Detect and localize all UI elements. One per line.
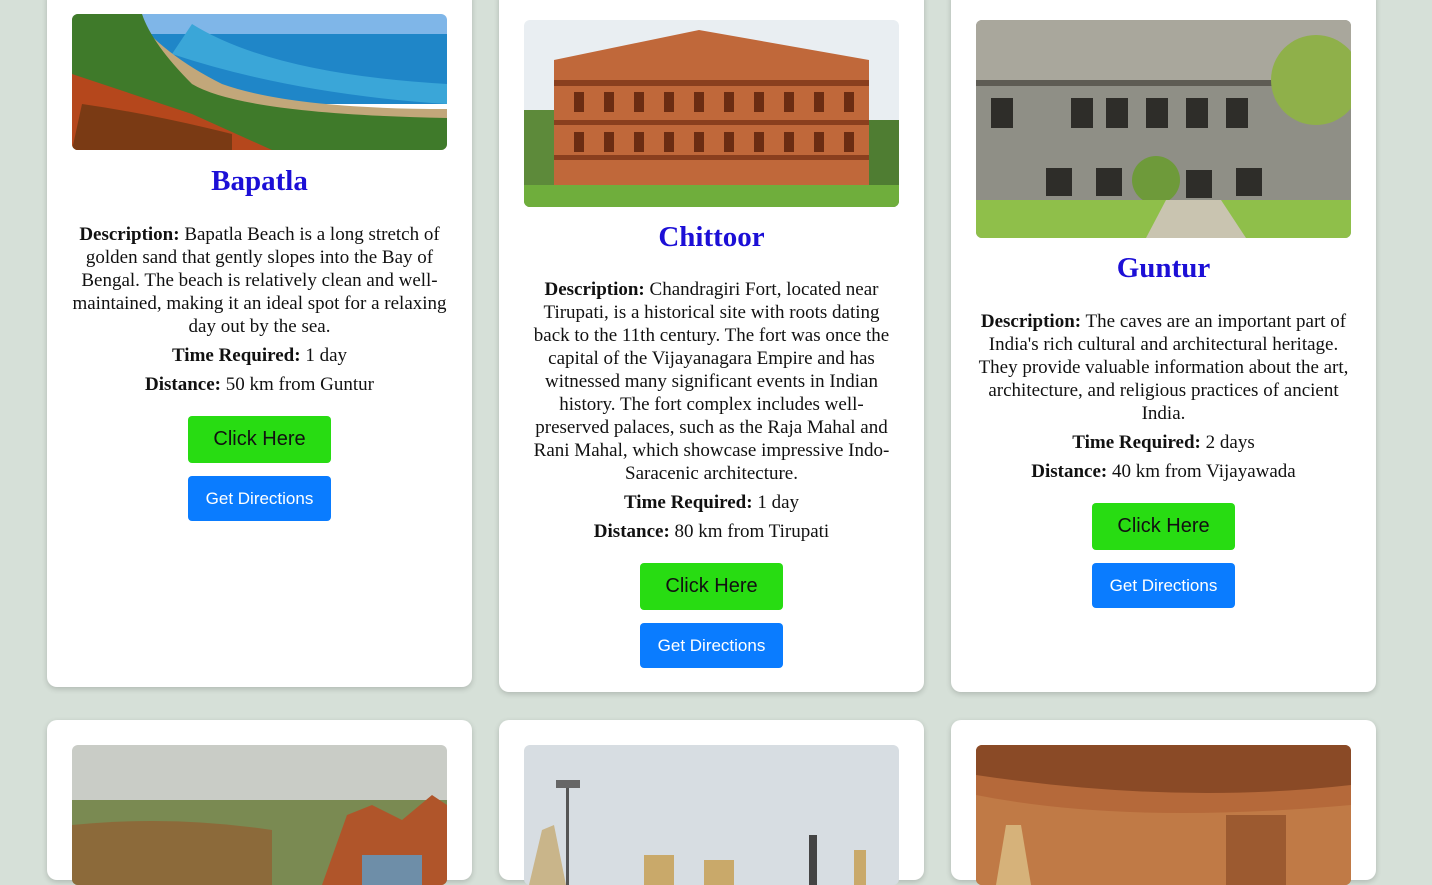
distance-label: Distance: (144, 374, 221, 395)
place-description: Description: Bapatla Beach is a long str… (72, 223, 447, 338)
place-card-chittoor: Chittoor Description: Chandragiri Fort, … (499, 0, 924, 692)
place-card-row2-3 (951, 720, 1376, 885)
description-label: Description: (79, 224, 180, 245)
place-image-cliff-temple (976, 745, 1351, 885)
distance: Distance: 50 km from Guntur (72, 373, 447, 396)
place-details: Description: Chandragiri Fort, located n… (524, 278, 899, 668)
place-title: Guntur (1116, 252, 1211, 284)
place-card-guntur: Guntur Description: The caves are an imp… (951, 0, 1376, 692)
time-value: 2 days (1205, 432, 1255, 453)
click-here-button[interactable]: Click Here (1092, 503, 1235, 550)
distance-value: 50 km from Guntur (225, 374, 375, 395)
distance-value: 40 km from Vijayawada (1112, 461, 1296, 482)
place-details: Description: The caves are an important … (976, 310, 1351, 608)
description-label: Description: (980, 311, 1082, 332)
description-text: Chandragiri Fort, located near Tirupati,… (533, 279, 890, 484)
place-details: Description: Bapatla Beach is a long str… (72, 223, 447, 521)
description-label: Description: (544, 279, 645, 300)
get-directions-button[interactable]: Get Directions (1092, 563, 1235, 608)
time-label: Time Required: (623, 492, 753, 513)
time-label: Time Required: (171, 345, 301, 366)
click-here-button[interactable]: Click Here (640, 563, 783, 610)
get-directions-button[interactable]: Get Directions (640, 623, 783, 668)
time-label: Time Required: (1072, 432, 1201, 453)
time-required: Time Required: 1 day (524, 491, 899, 514)
place-description: Description: Chandragiri Fort, located n… (524, 278, 899, 485)
distance-label: Distance: (1031, 461, 1108, 482)
place-image-gorge (72, 745, 447, 885)
distance: Distance: 40 km from Vijayawada (976, 460, 1351, 483)
time-value: 1 day (305, 345, 348, 366)
place-image-temple (524, 745, 899, 885)
time-required: Time Required: 1 day (72, 344, 447, 367)
place-card-bapatla: Bapatla Description: Bapatla Beach is a … (47, 0, 472, 687)
distance: Distance: 80 km from Tirupati (524, 520, 899, 543)
place-card-row2-1 (47, 720, 472, 885)
place-image-beach (72, 14, 447, 150)
place-card-row2-2 (499, 720, 924, 885)
place-title: Chittoor (658, 221, 765, 253)
place-image-fort (524, 20, 899, 207)
place-title: Bapatla (211, 165, 308, 197)
time-required: Time Required: 2 days (976, 431, 1351, 454)
time-value: 1 day (757, 492, 800, 513)
get-directions-button[interactable]: Get Directions (188, 476, 331, 521)
place-image-caves (976, 20, 1351, 238)
place-description: Description: The caves are an important … (976, 310, 1351, 425)
distance-label: Distance: (593, 521, 670, 542)
distance-value: 80 km from Tirupati (674, 521, 830, 542)
click-here-button[interactable]: Click Here (188, 416, 331, 463)
